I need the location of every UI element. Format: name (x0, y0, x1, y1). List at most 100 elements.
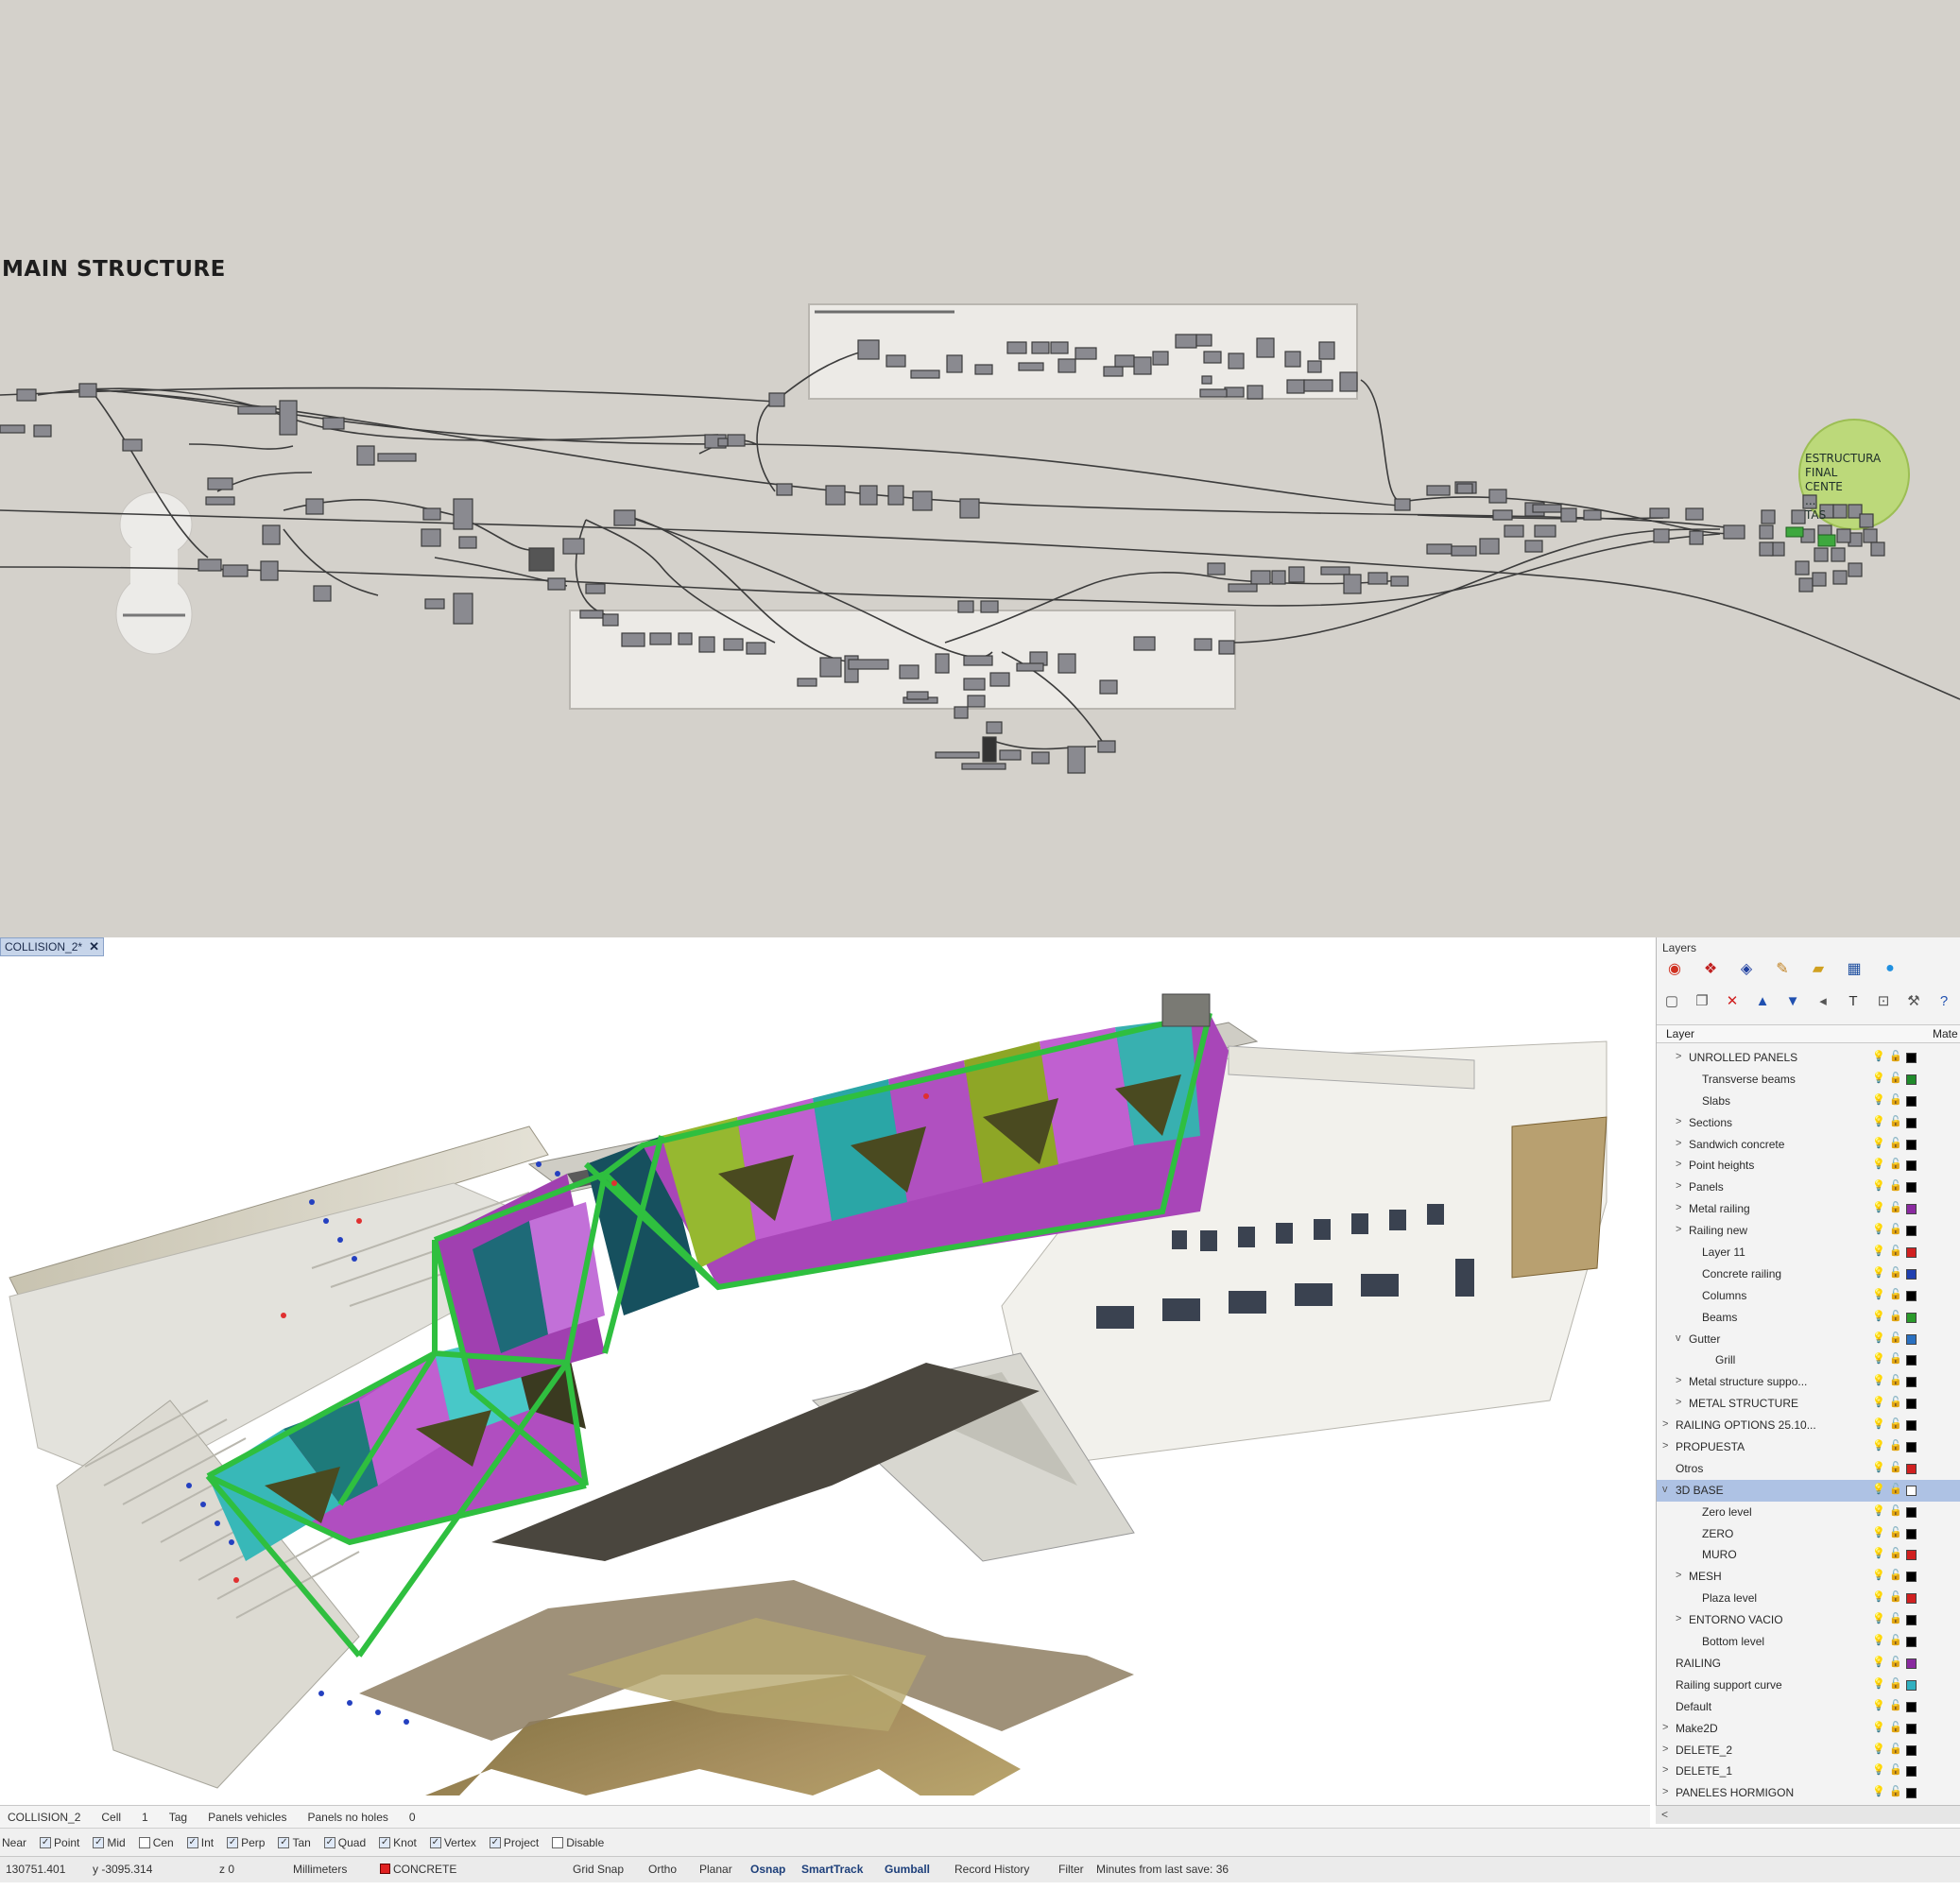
layer-row[interactable]: Zero level 💡 🔓 (1657, 1502, 1960, 1523)
layer-color-swatch[interactable] (1906, 1226, 1917, 1237)
lock-icon[interactable]: 🔓 (1889, 1093, 1902, 1106)
layer-color-swatch[interactable] (1906, 1658, 1917, 1669)
lightbulb-icon[interactable]: 💡 (1872, 1461, 1885, 1473)
lightbulb-icon[interactable]: 💡 (1872, 1223, 1885, 1235)
cmd-item[interactable]: Panels no holes (307, 1811, 387, 1824)
component-group-bubble[interactable] (119, 491, 193, 558)
lock-icon[interactable]: 🔓 (1889, 1763, 1902, 1776)
layer-row[interactable]: RAILING 💡 🔓 (1657, 1653, 1960, 1675)
lightbulb-icon[interactable]: 💡 (1872, 1050, 1885, 1062)
planar-toggle[interactable]: Planar (699, 1863, 732, 1876)
lightbulb-icon[interactable]: 💡 (1872, 1418, 1885, 1430)
layer-row[interactable]: Transverse beams 💡 🔓 (1657, 1069, 1960, 1091)
layer-color-swatch[interactable] (1906, 1637, 1917, 1648)
layer-color-swatch[interactable] (1906, 1333, 1917, 1345)
layer-color-swatch[interactable] (1906, 1160, 1917, 1172)
layer-color-swatch[interactable] (1906, 1615, 1917, 1626)
checked-icon[interactable]: ✓ (379, 1836, 391, 1848)
layer-color-swatch[interactable] (1906, 1442, 1917, 1453)
osnap-checkbox[interactable]: Cen (138, 1836, 174, 1849)
osnap-checkbox[interactable]: ✓ Point (40, 1836, 79, 1849)
perspective-viewport[interactable] (0, 956, 1650, 1796)
checked-icon[interactable]: ✓ (429, 1836, 441, 1848)
osnap-checkbox[interactable]: Disable (552, 1836, 604, 1849)
expand-arrow-icon[interactable]: > (1676, 1570, 1685, 1581)
lock-icon[interactable]: 🔓 (1889, 1310, 1902, 1322)
current-layer[interactable]: CONCRETE (380, 1863, 456, 1876)
layer-color-swatch[interactable] (1906, 1528, 1917, 1539)
expand-arrow-icon[interactable]: > (1662, 1418, 1672, 1430)
lock-icon[interactable]: 🔓 (1889, 1245, 1902, 1257)
checked-icon[interactable]: ✓ (40, 1836, 52, 1848)
layer-row[interactable]: > UNROLLED PANELS 💡 🔓 (1657, 1047, 1960, 1069)
layer-color-swatch[interactable] (1906, 1204, 1917, 1215)
expand-arrow-icon[interactable]: > (1676, 1138, 1685, 1149)
expand-arrow-icon[interactable]: > (1676, 1116, 1685, 1127)
collapse-arrow-icon[interactable]: v (1662, 1484, 1672, 1495)
layer-color-swatch[interactable] (1906, 1290, 1917, 1301)
tools-icon[interactable]: ⚒ (1904, 989, 1923, 1012)
cmd-item[interactable]: COLLISION_2 (8, 1811, 80, 1824)
pen-icon[interactable]: ✎ (1770, 957, 1795, 980)
lock-icon[interactable]: 🔓 (1889, 1461, 1902, 1473)
new-layer-icon[interactable]: ▢ (1662, 989, 1681, 1012)
layers-horizontal-scrollbar[interactable]: < (1656, 1805, 1960, 1824)
osnap-checkbox[interactable]: ✓ Mid (93, 1836, 126, 1849)
layer-row[interactable]: Columns 💡 🔓 (1657, 1285, 1960, 1307)
layer-color-swatch[interactable] (1906, 1139, 1917, 1150)
material-column-header[interactable]: Mate (1933, 1027, 1958, 1040)
layer-color-swatch[interactable] (1906, 1399, 1917, 1410)
expand-arrow-icon[interactable]: > (1676, 1159, 1685, 1170)
lightbulb-icon[interactable]: 💡 (1872, 1763, 1885, 1776)
layer-row[interactable]: Plaza level 💡 🔓 (1657, 1588, 1960, 1609)
lightbulb-icon[interactable]: 💡 (1872, 1332, 1885, 1344)
expand-arrow-icon[interactable]: > (1662, 1744, 1672, 1755)
lightbulb-icon[interactable]: 💡 (1872, 1288, 1885, 1300)
layer-row[interactable]: Layer 11 💡 🔓 (1657, 1242, 1960, 1263)
lightbulb-icon[interactable]: 💡 (1872, 1245, 1885, 1257)
lightbulb-icon[interactable]: 💡 (1872, 1201, 1885, 1213)
layer-row[interactable]: > METAL STRUCTURE 💡 🔓 (1657, 1393, 1960, 1415)
lock-icon[interactable]: 🔓 (1889, 1526, 1902, 1538)
lock-icon[interactable]: 🔓 (1889, 1699, 1902, 1711)
layer-row[interactable]: Railing support curve 💡 🔓 (1657, 1675, 1960, 1696)
render-icon[interactable]: ❖ (1698, 957, 1723, 980)
layer-row[interactable]: Grill 💡 🔓 (1657, 1349, 1960, 1371)
layer-row[interactable]: > DELETE_1 💡 🔓 (1657, 1761, 1960, 1782)
osnap-checkbox[interactable]: ✓ Vertex (429, 1836, 476, 1849)
layer-color-swatch[interactable] (1906, 1182, 1917, 1194)
layer-row[interactable]: > Railing new 💡 🔓 (1657, 1220, 1960, 1242)
layer-row[interactable]: > Make2D 💡 🔓 (1657, 1718, 1960, 1740)
lock-icon[interactable]: 🔓 (1889, 1266, 1902, 1279)
lightbulb-icon[interactable]: 💡 (1872, 1743, 1885, 1755)
gumball-toggle[interactable]: Gumball (885, 1863, 930, 1876)
component-group-box[interactable] (569, 610, 1236, 710)
lightbulb-icon[interactable]: 💡 (1872, 1439, 1885, 1452)
expand-arrow-icon[interactable]: > (1676, 1051, 1685, 1062)
delete-icon[interactable]: ✕ (1723, 989, 1742, 1012)
layer-color-swatch[interactable] (1906, 1701, 1917, 1712)
expand-arrow-icon[interactable]: > (1676, 1613, 1685, 1624)
collapse-arrow-icon[interactable]: v (1676, 1332, 1685, 1344)
filter-icon[interactable]: T (1844, 989, 1863, 1012)
lightbulb-icon[interactable]: 💡 (1872, 1634, 1885, 1646)
layer-color-swatch[interactable] (1906, 1312, 1917, 1323)
move-left-icon[interactable]: ◂ (1814, 989, 1832, 1012)
cmd-item[interactable]: Tag (169, 1811, 187, 1824)
cmd-item[interactable]: Panels vehicles (208, 1811, 286, 1824)
checked-icon[interactable]: ✓ (186, 1836, 198, 1848)
expand-arrow-icon[interactable]: > (1676, 1202, 1685, 1213)
lightbulb-icon[interactable]: 💡 (1872, 1179, 1885, 1192)
lock-icon[interactable]: 🔓 (1889, 1612, 1902, 1624)
layer-row[interactable]: > DELETE_2 💡 🔓 (1657, 1740, 1960, 1761)
select-icon[interactable]: ⊡ (1874, 989, 1893, 1012)
layer-row[interactable]: > Point heights 💡 🔓 (1657, 1155, 1960, 1177)
help-icon[interactable]: ? (1934, 989, 1953, 1012)
lightbulb-icon[interactable]: 💡 (1872, 1072, 1885, 1084)
layer-row[interactable]: > PROPUESTA 💡 🔓 (1657, 1436, 1960, 1458)
lock-icon[interactable]: 🔓 (1889, 1590, 1902, 1603)
checked-icon[interactable]: ✓ (489, 1836, 501, 1848)
layer-color-swatch[interactable] (1906, 1355, 1917, 1366)
lightbulb-icon[interactable]: 💡 (1872, 1396, 1885, 1408)
lock-icon[interactable]: 🔓 (1889, 1634, 1902, 1646)
